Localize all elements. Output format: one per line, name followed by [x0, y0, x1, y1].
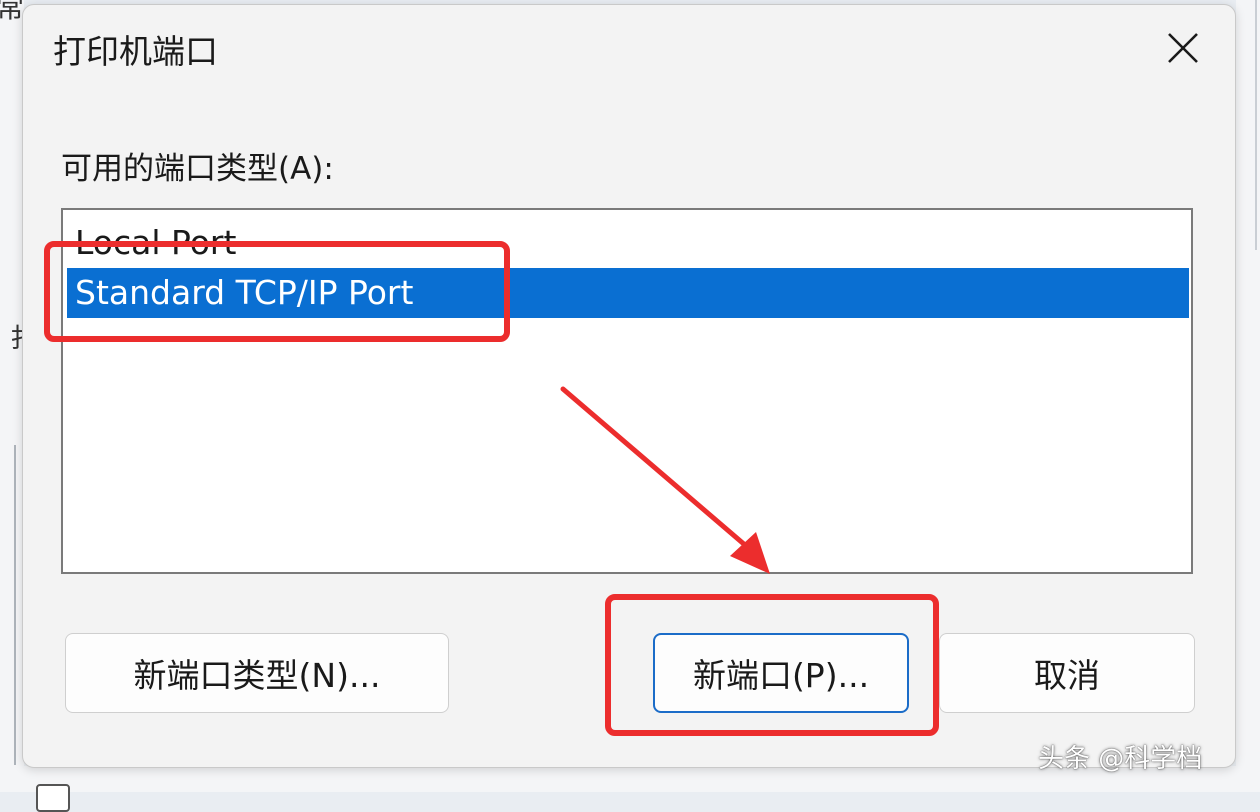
watermark: 头条 @科学档: [1038, 744, 1203, 774]
annotation-arrow: [560, 386, 770, 574]
